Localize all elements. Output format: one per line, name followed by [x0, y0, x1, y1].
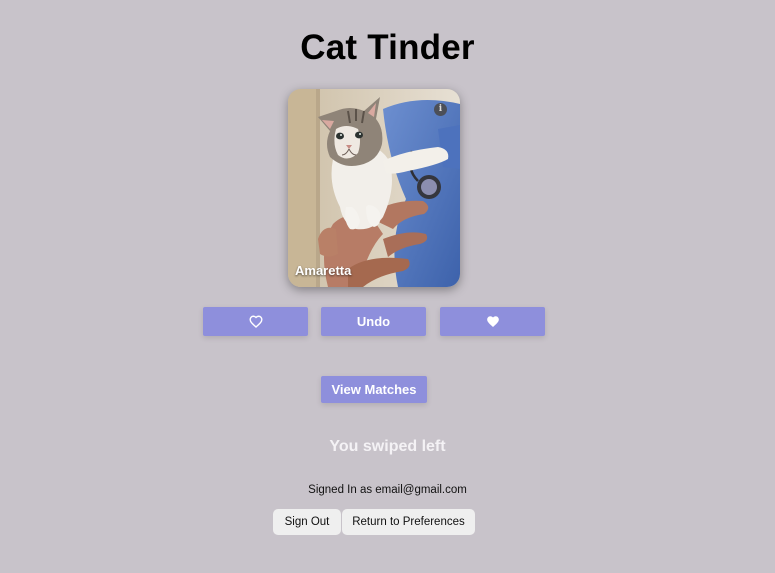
undo-button[interactable]: Undo: [321, 307, 426, 336]
info-icon[interactable]: i: [434, 103, 447, 116]
heart-filled-icon: [486, 316, 499, 328]
page-title: Cat Tinder: [300, 28, 475, 67]
return-to-preferences-button[interactable]: Return to Preferences: [342, 509, 475, 535]
like-button[interactable]: [440, 307, 545, 336]
signed-in-text: Signed In as email@gmail.com: [308, 484, 467, 496]
swipe-status-message: You swiped left: [329, 438, 446, 455]
heart-outline-icon: [248, 315, 263, 328]
dislike-button[interactable]: [203, 307, 308, 336]
cat-card[interactable]: i Amaretta: [288, 89, 460, 287]
sign-out-button[interactable]: Sign Out: [273, 509, 341, 535]
view-matches-button[interactable]: View Matches: [321, 376, 427, 403]
cat-name-label: Amaretta: [295, 263, 352, 278]
cat-photo: [288, 89, 460, 287]
